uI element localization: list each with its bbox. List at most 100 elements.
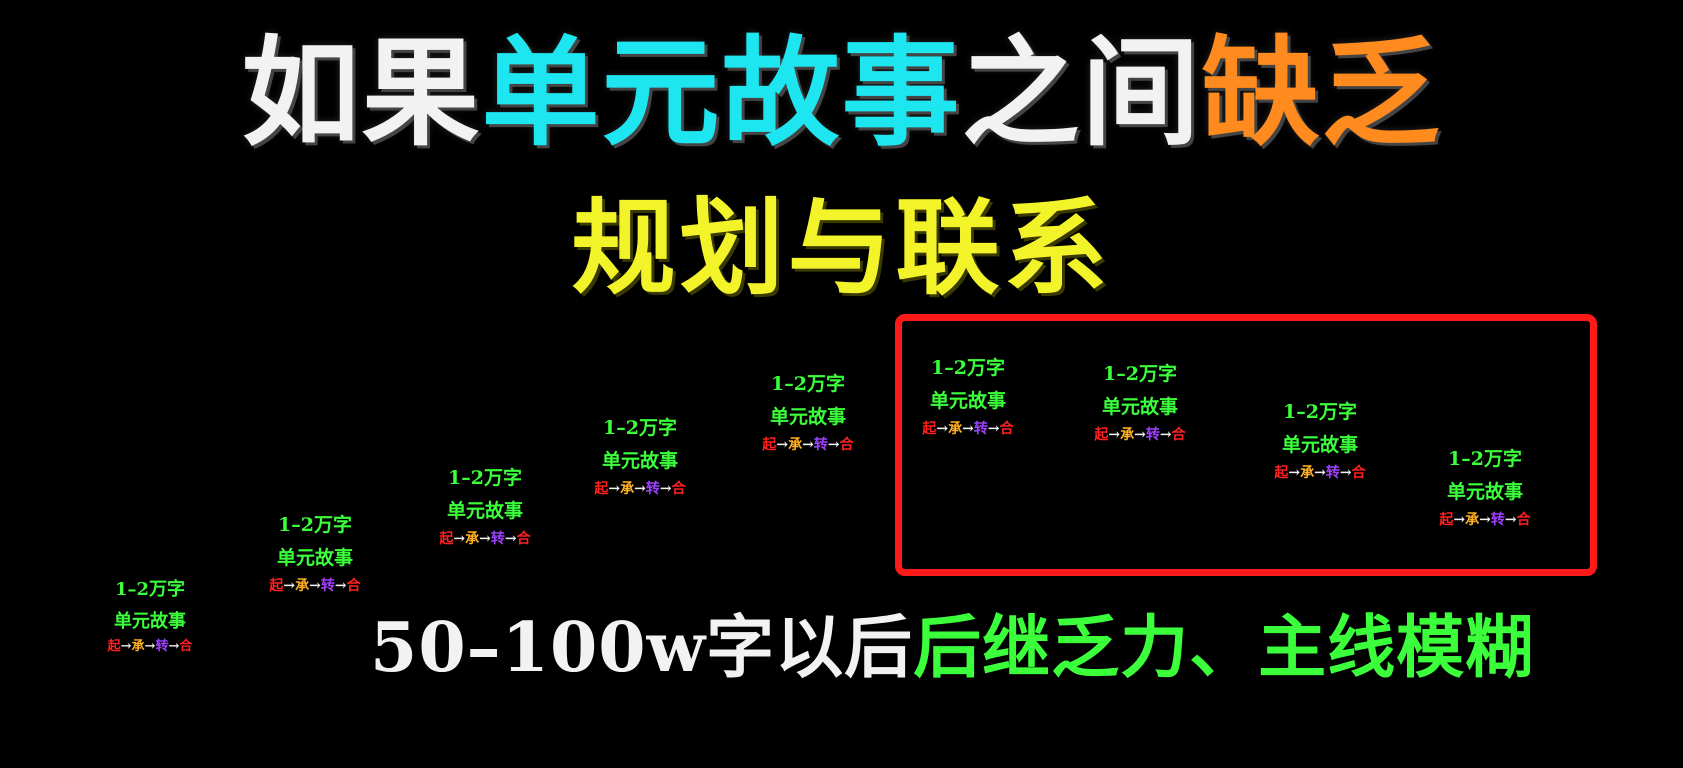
unit-label: 单元故事	[446, 500, 524, 523]
flow-arrow-icon: →	[1453, 511, 1466, 528]
unit-flow: 起→承→转→合	[108, 637, 193, 657]
flow-arrow-icon: →	[168, 639, 180, 654]
flow-step: 承	[1300, 464, 1315, 481]
unit-word-count: 1–2万字	[114, 579, 186, 600]
flow-step: 合	[1516, 511, 1531, 528]
unit-label: 单元故事	[1281, 434, 1359, 457]
title-segment-3: 之间	[961, 23, 1202, 162]
story-unit: 1–2万字单元故事起→承→转→合	[594, 412, 685, 500]
flow-arrow-icon: →	[776, 436, 789, 453]
flow-step: 合	[516, 530, 531, 547]
flow-step: 起	[1094, 426, 1109, 443]
flow-step: 转	[645, 480, 660, 497]
unit-label: 单元故事	[601, 450, 679, 473]
story-unit: 1–2万字 单元故事 起→承→转→合	[439, 462, 530, 550]
bottom-caption: 50–100w字以后后继乏力、主线模糊	[370, 608, 1534, 688]
flow-arrow-icon: →	[120, 639, 132, 654]
flow-arrow-icon: →	[659, 480, 672, 497]
unit-flow: 起→承→转→合	[1094, 425, 1185, 446]
flow-step: 承	[788, 436, 803, 453]
flow-step: 起	[1274, 464, 1289, 481]
flow-step: 承	[295, 577, 310, 594]
story-unit: 1–2万字单元故事起→承→转→合	[1274, 396, 1365, 484]
flow-step: 合	[1351, 464, 1366, 481]
unit-label: 单元故事	[276, 547, 354, 570]
title-segment-2: 单元故事	[481, 23, 962, 162]
flow-arrow-icon: →	[1288, 464, 1301, 481]
unit-flow: 起→承→转→合	[922, 419, 1013, 440]
flow-step: 承	[1465, 511, 1480, 528]
flow-arrow-icon: →	[634, 480, 646, 497]
flow-step: 转	[1145, 426, 1160, 443]
flow-arrow-icon: →	[1108, 426, 1121, 443]
unit-word-count: 1–2万字	[931, 357, 1005, 379]
unit-word-count: 1–2万字	[1448, 448, 1522, 470]
unit-flow: 起→承→转→合	[1274, 463, 1365, 484]
caption-highlight: 后继乏力、主线模糊	[913, 608, 1535, 688]
unit-flow: 起→承→转→合	[1439, 510, 1530, 531]
flow-arrow-icon: →	[936, 420, 949, 437]
title-segment-1: 如果	[241, 23, 482, 162]
flow-arrow-icon: →	[283, 577, 296, 594]
flow-step: 合	[671, 480, 686, 497]
flow-arrow-icon: →	[962, 420, 974, 437]
flow-step: 合	[346, 577, 361, 594]
flow-arrow-icon: →	[802, 436, 814, 453]
flow-step: 起	[269, 577, 284, 594]
flow-arrow-icon: →	[1159, 426, 1172, 443]
flow-arrow-icon: →	[827, 436, 840, 453]
unit-label: 单元故事	[1101, 396, 1179, 419]
unit-flow: 起→承→转→合	[439, 529, 530, 550]
story-unit: 1–2万字单元故事起→承→转→合	[922, 352, 1013, 440]
flow-step: 起	[439, 530, 454, 547]
flow-arrow-icon: →	[1504, 511, 1517, 528]
slide-canvas: 如果单元故事之间缺乏 规划与联系 1–2万字 单元故事 起→承→转→合 1–2万字 单元…	[0, 0, 1683, 768]
unit-word-count: 1–2万字	[771, 373, 845, 395]
flow-arrow-icon: →	[987, 420, 1000, 437]
unit-flow: 起→承→转→合	[762, 435, 853, 456]
story-unit: 1–2万字 单元故事 起→承→转→合	[1094, 358, 1185, 446]
flow-step: 转	[155, 639, 169, 654]
flow-step: 起	[1439, 511, 1454, 528]
story-unit: 1–2万字 单元故事 起→承→转→合	[269, 509, 360, 597]
flow-arrow-icon: →	[1339, 464, 1352, 481]
unit-word-count: 1–2万字	[1283, 401, 1357, 423]
unit-word-count: 1–2万字	[603, 417, 677, 439]
unit-label: 单元故事	[769, 406, 847, 429]
unit-label: 单元故事	[1446, 481, 1524, 504]
flow-arrow-icon: →	[453, 530, 466, 547]
flow-step: 起	[922, 420, 937, 437]
story-unit: 1–2万字 单元故事 起→承→转→合	[1439, 443, 1530, 531]
flow-step: 合	[179, 639, 193, 654]
flow-step: 转	[1490, 511, 1505, 528]
flow-step: 转	[490, 530, 505, 547]
flow-step: 转	[973, 420, 988, 437]
flow-step: 承	[620, 480, 635, 497]
caption-lead: 50–100w字以后	[370, 608, 914, 688]
flow-step: 合	[839, 436, 854, 453]
flow-step: 起	[762, 436, 777, 453]
flow-step: 转	[320, 577, 335, 594]
flow-step: 合	[1171, 426, 1186, 443]
title-segment-4: 缺乏	[1201, 23, 1442, 162]
flow-arrow-icon: →	[504, 530, 517, 547]
unit-label: 单元故事	[929, 390, 1007, 413]
flow-step: 承	[948, 420, 963, 437]
unit-word-count: 1–2万字	[278, 514, 352, 536]
flow-arrow-icon: →	[479, 530, 491, 547]
flow-arrow-icon: →	[144, 639, 156, 654]
flow-arrow-icon: →	[1134, 426, 1146, 443]
flow-step: 承	[465, 530, 480, 547]
flow-step: 承	[1120, 426, 1135, 443]
story-unit: 1–2万字单元故事起→承→转→合	[762, 368, 853, 456]
story-unit: 1–2万字单元故事起→承→转→合	[108, 574, 193, 657]
flow-arrow-icon: →	[334, 577, 347, 594]
title-line-1: 如果单元故事之间缺乏	[0, 28, 1683, 158]
unit-word-count: 1–2万字	[448, 467, 522, 489]
unit-flow: 起→承→转→合	[594, 479, 685, 500]
flow-arrow-icon: →	[608, 480, 621, 497]
flow-step: 承	[131, 639, 145, 654]
unit-label: 单元故事	[114, 610, 186, 632]
flow-arrow-icon: →	[1479, 511, 1491, 528]
unit-word-count: 1–2万字	[1103, 363, 1177, 385]
